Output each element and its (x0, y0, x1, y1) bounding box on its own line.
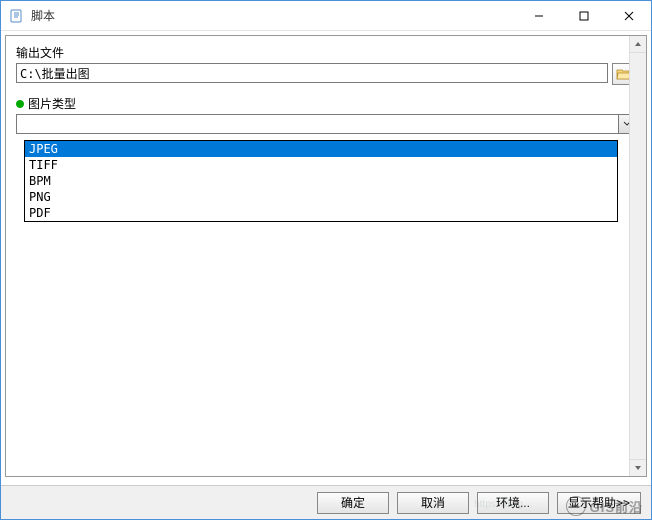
titlebar: 脚本 (1, 1, 651, 31)
close-button[interactable] (606, 1, 651, 30)
output-file-label-text: 输出文件 (16, 44, 64, 61)
app-icon (9, 8, 25, 24)
dropdown-option[interactable]: TIFF (25, 157, 617, 173)
status-dot-icon (16, 100, 24, 108)
image-type-input[interactable] (16, 114, 618, 134)
dropdown-option[interactable]: JPEG (25, 141, 617, 157)
environment-button[interactable]: 环境... (477, 492, 549, 514)
scroll-down-icon[interactable] (630, 459, 646, 476)
dropdown-option[interactable]: BPM (25, 173, 617, 189)
help-button[interactable]: 显示帮助>> (557, 492, 641, 514)
footer-bar: 确定 取消 环境... 显示帮助>> (1, 485, 651, 519)
cancel-button[interactable]: 取消 (397, 492, 469, 514)
form-panel: 输出文件 图片类型 JPEGTIFFBPMPNGPDF (5, 35, 647, 477)
maximize-button[interactable] (561, 1, 606, 30)
minimize-button[interactable] (516, 1, 561, 30)
image-type-label: 图片类型 (16, 95, 636, 112)
image-type-dropdown[interactable]: JPEGTIFFBPMPNGPDF (24, 140, 618, 222)
output-file-label: 输出文件 (16, 44, 636, 61)
ok-button[interactable]: 确定 (317, 492, 389, 514)
dropdown-option[interactable]: PNG (25, 189, 617, 205)
image-type-label-text: 图片类型 (28, 95, 76, 112)
vertical-scrollbar[interactable] (629, 36, 646, 476)
window-title: 脚本 (31, 7, 516, 24)
output-file-input[interactable] (16, 63, 608, 83)
dropdown-option[interactable]: PDF (25, 205, 617, 221)
scroll-up-icon[interactable] (630, 36, 646, 53)
